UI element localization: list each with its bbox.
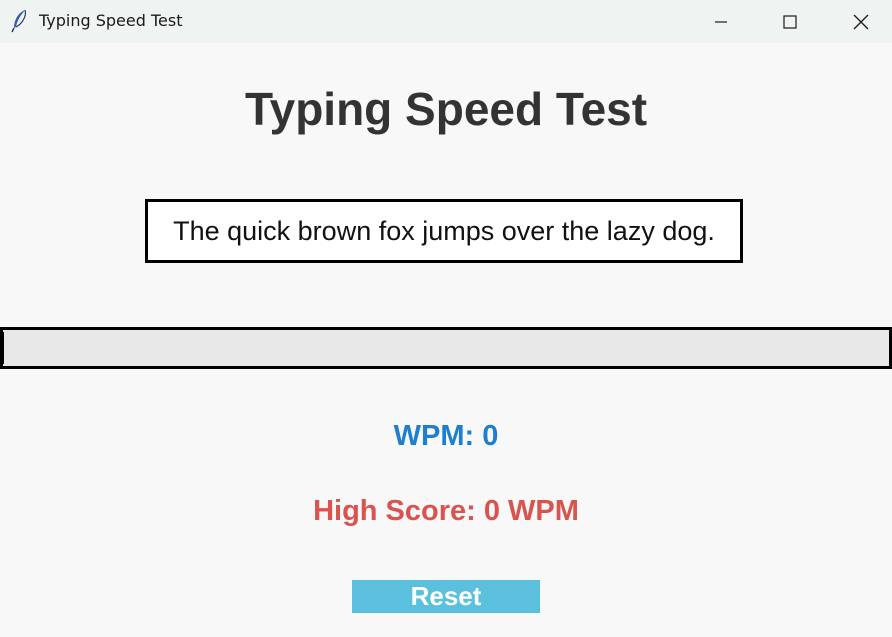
window-title: Typing Speed Test [39, 11, 183, 30]
maximize-button[interactable] [767, 0, 813, 43]
sentence-text: The quick brown fox jumps over the lazy … [173, 215, 715, 246]
sentence-display: The quick brown fox jumps over the lazy … [145, 199, 743, 263]
window-titlebar: Typing Speed Test [0, 0, 892, 43]
close-icon [853, 14, 869, 30]
wpm-label: WPM: 0 [393, 420, 499, 452]
minimize-icon [714, 15, 728, 29]
app-content: Typing Speed Test The quick brown fox ju… [0, 43, 892, 637]
close-button[interactable] [838, 0, 884, 43]
high-score-label: High Score: 0 WPM [313, 495, 579, 527]
maximize-icon [783, 14, 797, 29]
feather-icon [10, 9, 30, 33]
typing-input[interactable] [0, 327, 892, 369]
reset-button[interactable]: Reset [352, 580, 540, 613]
minimize-button[interactable] [698, 0, 744, 43]
text-caret [2, 332, 4, 364]
page-title: Typing Speed Test [244, 83, 648, 135]
